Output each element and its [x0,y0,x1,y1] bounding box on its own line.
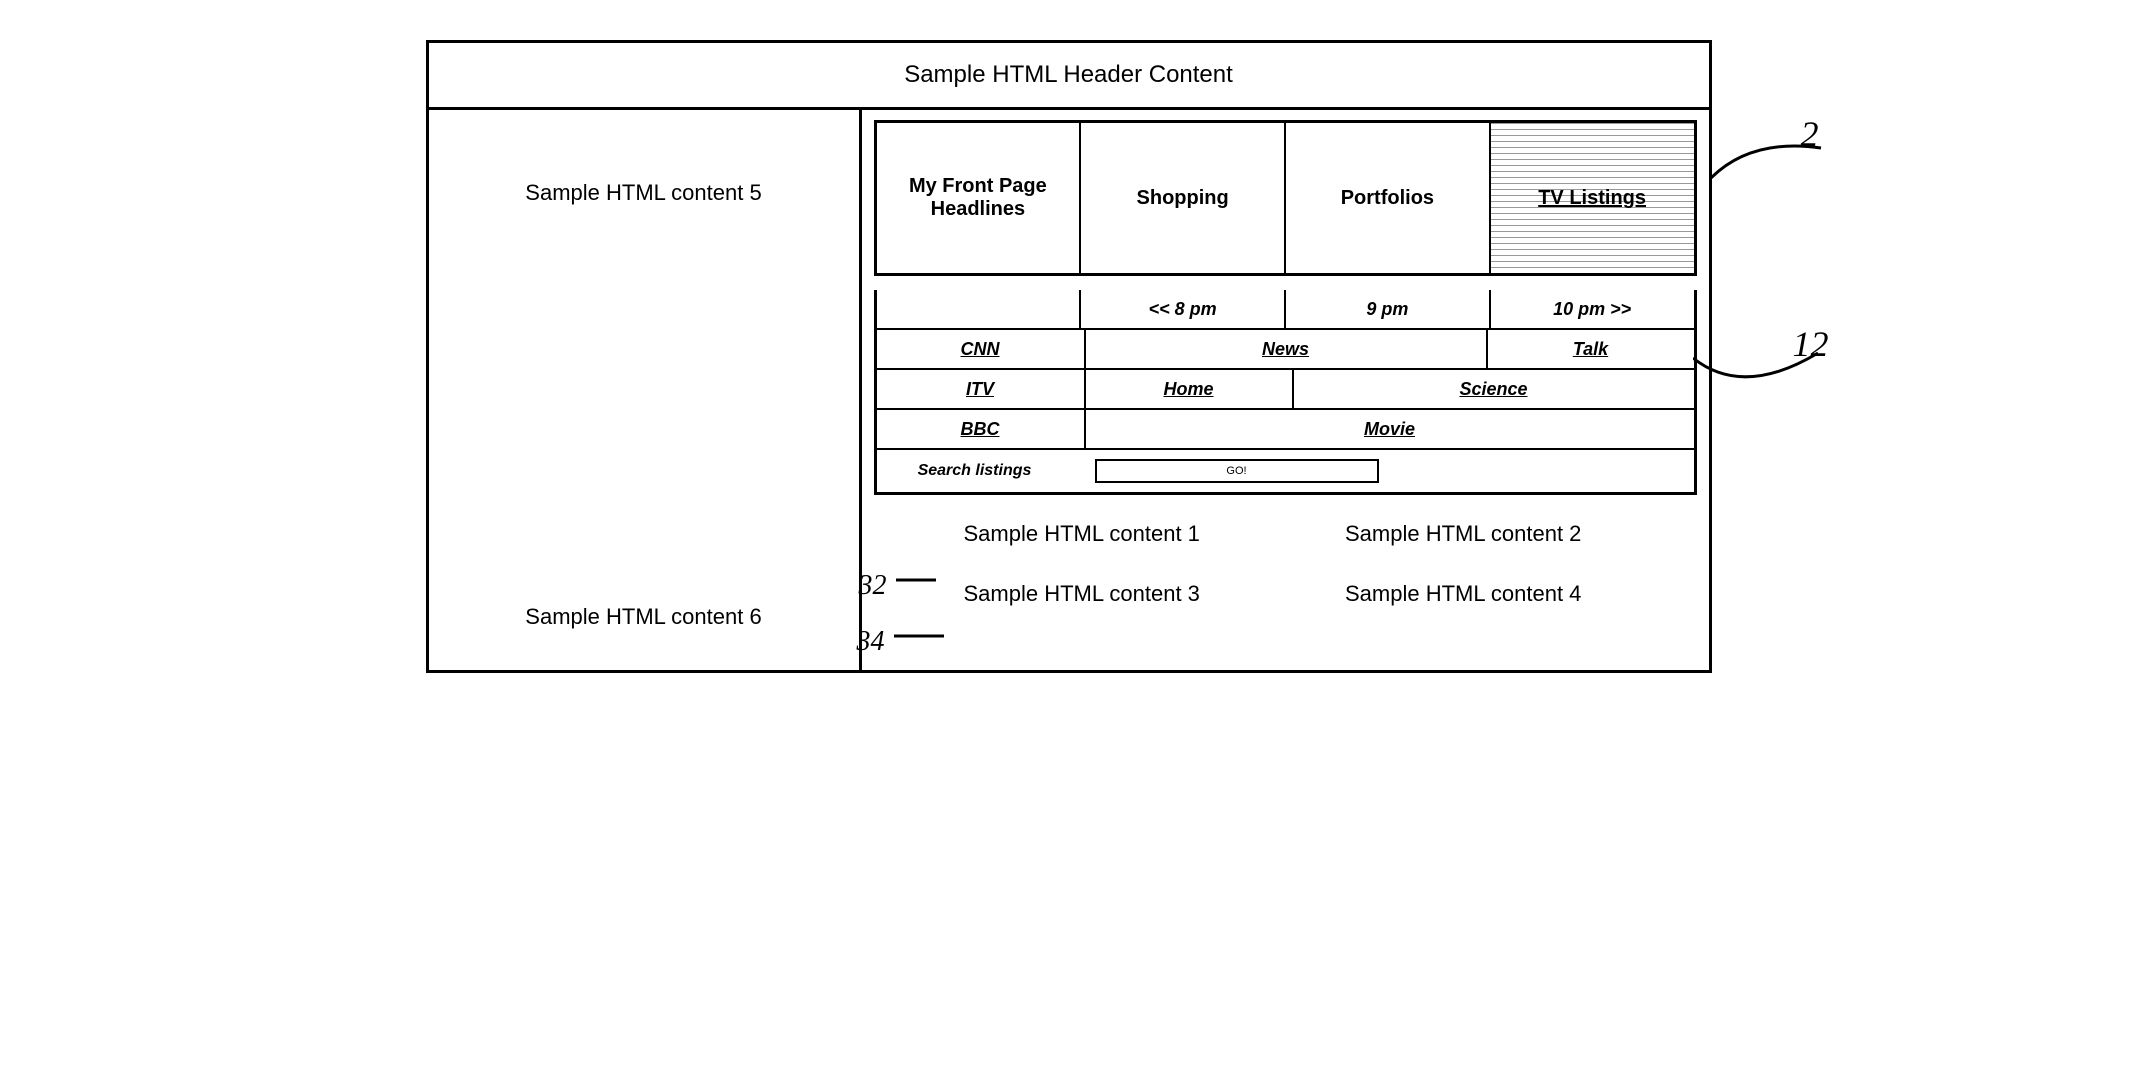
tab-bar: My Front Page Headlines Shopping Portfol… [874,120,1697,276]
left-content-5: Sample HTML content 5 [449,140,839,206]
row-bbc: BBC Movie [877,410,1694,450]
content-2: Sample HTML content 2 [1285,521,1697,547]
row-itv: ITV Home Science [877,370,1694,410]
search-row: Search listings GO! [877,450,1694,492]
tab-headlines[interactable]: My Front Page Headlines [877,123,1082,273]
right-column: My Front Page Headlines Shopping Portfol… [862,110,1709,670]
search-go-button[interactable]: GO! [1226,465,1246,477]
search-label: Search listings [885,462,1065,480]
time-mid: 9 pm [1286,290,1491,328]
search-input[interactable]: GO! [1095,459,1379,483]
prog-cnn-talk[interactable]: Talk [1488,330,1694,368]
tv-listings-grid: << 8 pm 9 pm 10 pm >> CNN News Talk ITV … [874,290,1697,495]
body: Sample HTML content 5 Sample HTML conten… [429,110,1709,670]
content-1: Sample HTML content 1 [874,521,1286,547]
left-content-6: Sample HTML content 6 [449,604,839,640]
tab-tv-listings[interactable]: TV Listings [1491,123,1694,273]
page-frame: Sample HTML Header Content Sample HTML c… [426,40,1712,673]
time-row: << 8 pm 9 pm 10 pm >> [877,290,1694,330]
time-prev[interactable]: << 8 pm [1081,290,1286,328]
channel-cnn[interactable]: CNN [877,330,1086,368]
prog-bbc-movie[interactable]: Movie [1086,410,1694,448]
time-blank [877,290,1082,328]
tab-portfolios[interactable]: Portfolios [1286,123,1491,273]
content-grid: Sample HTML content 1 Sample HTML conten… [874,521,1697,607]
callout-12: 12 [1793,323,1829,365]
prog-itv-science[interactable]: Science [1294,370,1694,408]
channel-bbc[interactable]: BBC [877,410,1086,448]
content-4: Sample HTML content 4 [1285,581,1697,607]
row-cnn: CNN News Talk [877,330,1694,370]
callout-32: 32 [859,570,944,602]
left-column: Sample HTML content 5 Sample HTML conten… [429,110,862,670]
callout-34: 34 [857,626,952,658]
prog-itv-home[interactable]: Home [1086,370,1294,408]
prog-cnn-news[interactable]: News [1086,330,1488,368]
channel-itv[interactable]: ITV [877,370,1086,408]
header: Sample HTML Header Content [429,43,1709,110]
tab-shopping[interactable]: Shopping [1081,123,1286,273]
time-next[interactable]: 10 pm >> [1491,290,1694,328]
callout-2: 2 [1801,113,1819,155]
